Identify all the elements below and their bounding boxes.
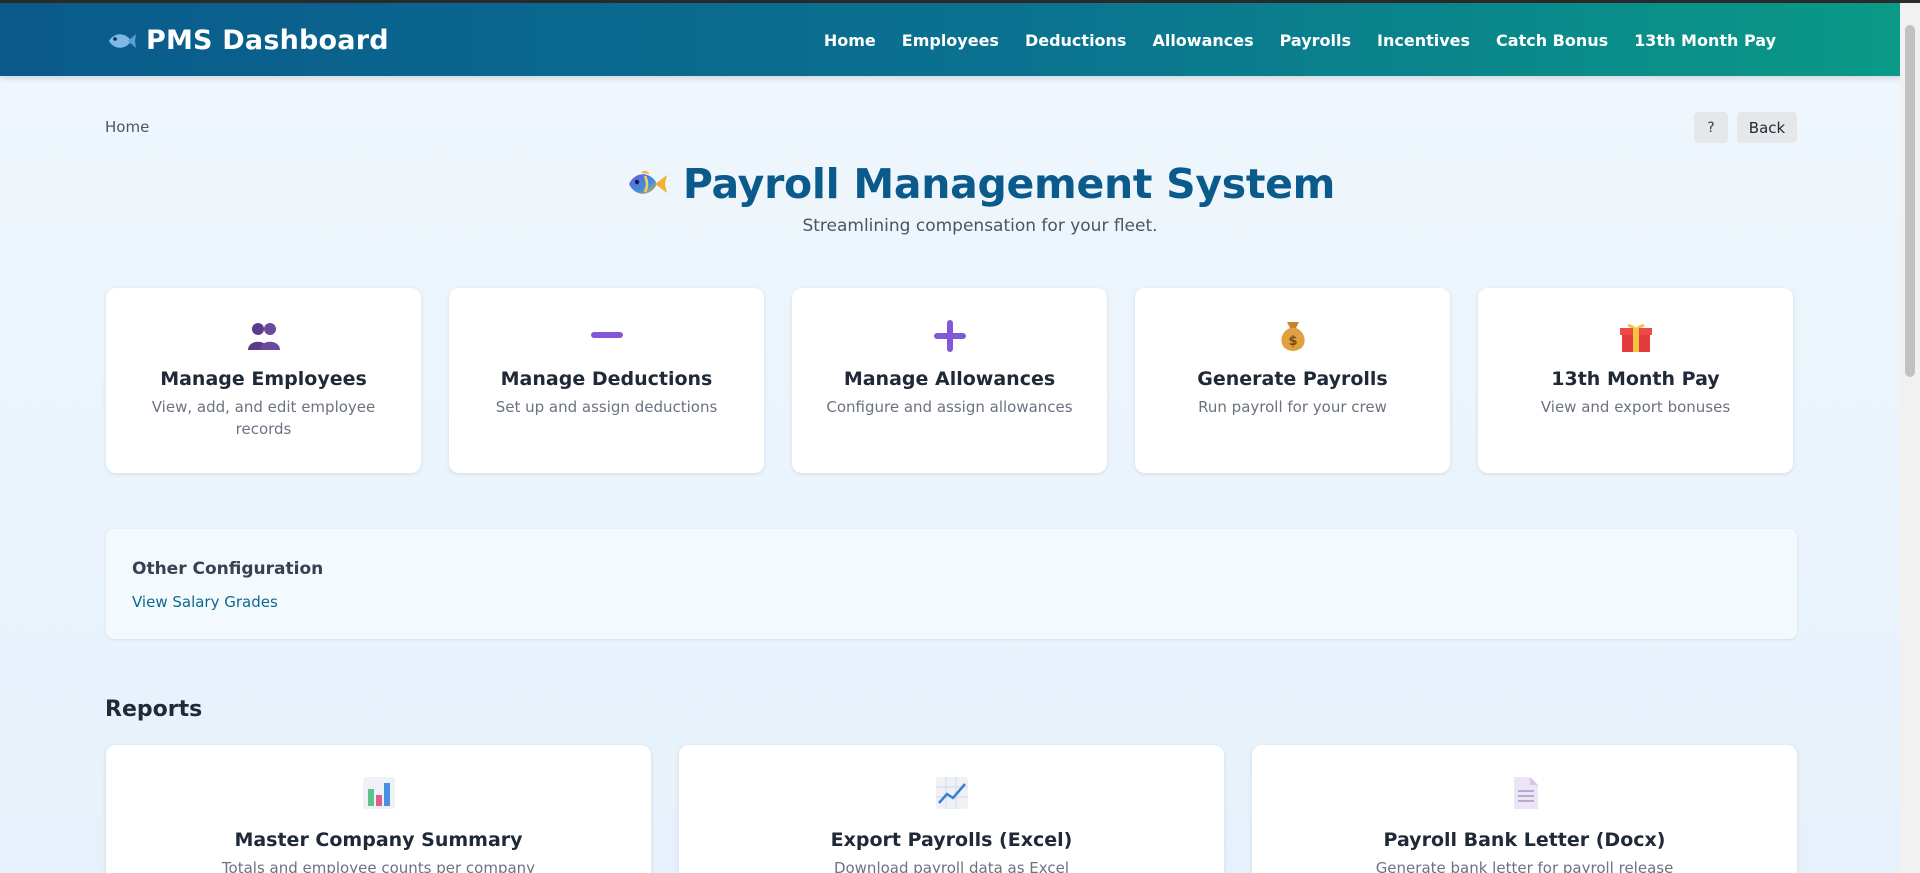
nav-employees[interactable]: Employees [902,31,999,50]
card-manage-allowances[interactable]: Manage Allowances Configure and assign a… [792,288,1107,473]
bar-chart-icon [362,777,395,809]
vertical-scrollbar[interactable] [1900,3,1920,873]
document-icon [1513,777,1538,809]
card-title: Master Company Summary [234,829,523,851]
back-button[interactable]: Back [1737,112,1797,143]
minus-icon [590,332,623,338]
tropical-fish-icon [628,170,667,194]
nav-home[interactable]: Home [824,31,876,50]
page-subtitle: Streamlining compensation for your fleet… [802,216,1158,236]
plus-icon [933,320,966,352]
card-title: Manage Employees [160,368,367,390]
svg-text:$: $ [1288,334,1297,349]
page-title: Payroll Management System [682,160,1336,208]
view-salary-grades-link[interactable]: View Salary Grades [132,593,278,611]
card-desc: Generate bank letter for payroll release [1375,859,1674,873]
top-navbar: PMS Dashboard Home Employees Deductions … [0,3,1900,76]
reports-cards: Master Company Summary Totals and employ… [106,745,1797,873]
card-generate-payrolls[interactable]: $ Generate Payrolls Run payroll for your… [1135,288,1450,473]
nav-catch-bonus[interactable]: Catch Bonus [1496,31,1608,50]
card-title: Generate Payrolls [1197,368,1388,390]
card-13th-month-pay[interactable]: 13th Month Pay View and export bonuses [1478,288,1793,473]
nav-incentives[interactable]: Incentives [1377,31,1470,50]
report-payroll-bank-letter[interactable]: Payroll Bank Letter (Docx) Generate bank… [1252,745,1797,873]
card-manage-deductions[interactable]: Manage Deductions Set up and assign dedu… [449,288,764,473]
main-nav: Home Employees Deductions Allowances Pay… [824,31,1776,50]
card-title: Manage Allowances [843,368,1056,390]
card-title: Payroll Bank Letter (Docx) [1383,829,1666,851]
card-desc: View and export bonuses [1540,398,1731,416]
card-desc: Run payroll for your crew [1198,398,1387,416]
hero: Payroll Management System Streamlining c… [0,160,1900,236]
gift-icon [1619,324,1652,352]
breadcrumb: Home [105,118,150,136]
reports-heading: Reports [105,697,203,722]
brand-title: PMS Dashboard [146,25,389,56]
card-manage-employees[interactable]: Manage Employees View, add, and edit emp… [106,288,421,473]
card-title: Manage Deductions [500,368,713,390]
hero-title-row: Payroll Management System [625,160,1335,208]
card-desc: View, add, and edit employee records [151,398,376,438]
card-desc: Set up and assign deductions [495,398,718,416]
card-desc: Totals and employee counts per company [221,859,536,873]
fish-icon [109,33,136,48]
report-master-company-summary[interactable]: Master Company Summary Totals and employ… [106,745,651,873]
people-icon [247,323,280,350]
report-export-payrolls-excel[interactable]: Export Payrolls (Excel) Download payroll… [679,745,1224,873]
nav-13th-month-pay[interactable]: 13th Month Pay [1634,31,1776,50]
money-bag-icon: $ [1280,322,1305,351]
brand[interactable]: PMS Dashboard [106,25,389,56]
quick-actions: Manage Employees View, add, and edit emp… [106,288,1793,473]
nav-allowances[interactable]: Allowances [1152,31,1253,50]
nav-payrolls[interactable]: Payrolls [1280,31,1351,50]
line-chart-icon [935,777,968,809]
card-title: Export Payrolls (Excel) [830,829,1073,851]
card-desc: Download payroll data as Excel [833,859,1070,873]
scrollbar-thumb[interactable] [1905,25,1915,377]
nav-deductions[interactable]: Deductions [1025,31,1127,50]
other-configuration: Other Configuration View Salary Grades [106,529,1797,639]
card-desc: Configure and assign allowances [826,398,1073,416]
card-title: 13th Month Pay [1551,368,1720,390]
help-button[interactable]: ? [1694,112,1728,143]
config-title: Other Configuration [132,559,324,579]
